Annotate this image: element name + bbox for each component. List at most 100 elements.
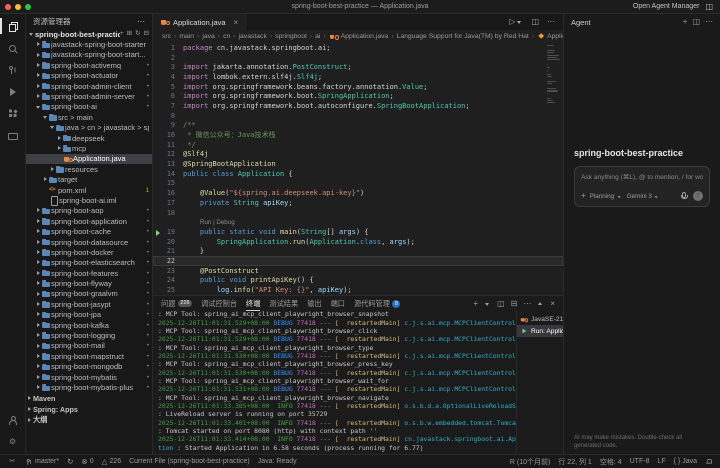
codelens-run-debug[interactable]: Run | Debug (183, 219, 235, 226)
status-encoding[interactable]: UTF-8 (630, 458, 650, 465)
tree-item[interactable]: spring-boot-application• (26, 216, 152, 226)
activity-account[interactable] (0, 409, 25, 431)
breadcrumb-item[interactable]: src (162, 33, 171, 40)
breadcrumb-item[interactable]: javastack (239, 33, 267, 40)
split-terminal-icon[interactable]: ◫ (497, 300, 505, 308)
close-window-button[interactable] (5, 4, 11, 10)
activity-remote-explorer[interactable] (0, 125, 25, 147)
newfile-icon[interactable]: + (120, 31, 124, 38)
tree-item[interactable]: spring-boot-ai.iml (26, 195, 152, 205)
activity-settings[interactable]: ⚙ (0, 431, 25, 453)
kill-terminal-icon[interactable]: ⊟ (511, 300, 518, 308)
panel-tab-源代码管理[interactable]: 源代码管理8 (354, 296, 400, 311)
activity-search[interactable] (0, 37, 25, 59)
status-launch-config[interactable]: Current File (spring-boot-best-practice) (129, 458, 250, 465)
panel-tab-调试控制台[interactable]: 调试控制台 (201, 296, 237, 311)
breadcrumb-item[interactable]: main (179, 33, 194, 40)
tree-item[interactable]: spring-boot-mybatis-plus• (26, 382, 152, 392)
status-language-mode[interactable]: { } Java (674, 458, 697, 465)
tab-application-java[interactable]: Application.java × (153, 14, 246, 30)
tree-item[interactable]: spring-boot-elasticsearch• (26, 258, 152, 268)
tree-item[interactable]: spring-boot-mail• (26, 341, 152, 351)
status-eol[interactable]: LF (657, 458, 665, 465)
model-selector[interactable]: Gemini 3 (627, 193, 661, 200)
terminal-dropdown-icon[interactable] (484, 300, 491, 307)
zoom-window-button[interactable] (25, 4, 31, 10)
run-file-button[interactable]: ▷ (509, 18, 523, 26)
tree-item[interactable]: deepseek (26, 133, 152, 143)
mic-icon[interactable] (679, 191, 689, 201)
status-errors[interactable]: ⊗0 (81, 458, 93, 466)
tree-item[interactable]: mcp (26, 143, 152, 153)
tree-item[interactable]: spring-boot-mapstruct• (26, 351, 152, 361)
tree-item[interactable]: spring-boot-admin-client• (26, 81, 152, 91)
sidebar-section[interactable]: 大纲 (26, 415, 152, 426)
tree-item[interactable]: src > main (26, 112, 152, 122)
activity-source-control[interactable] (0, 59, 25, 81)
agent-more-icon[interactable]: ⋯ (705, 18, 713, 26)
run-dropdown-icon[interactable] (516, 19, 523, 26)
close-tab-icon[interactable]: × (234, 18, 239, 27)
minimap[interactable] (547, 45, 561, 105)
more-editor-actions-icon[interactable]: ⋯ (547, 18, 555, 26)
more-actions-icon[interactable]: ⋯ (137, 18, 145, 26)
minimize-window-button[interactable] (15, 4, 21, 10)
activity-extensions[interactable] (0, 103, 25, 125)
terminal-output[interactable]: : MCP Tool: spring_ai_mcp_client_playwri… (153, 311, 516, 454)
tree-item[interactable]: spring-boot-flyway• (26, 278, 152, 288)
activity-run-debug[interactable] (0, 81, 25, 103)
terminal-instance[interactable]: JavaSE-21 ... (517, 313, 563, 325)
status-indentation[interactable]: 空格: 4 (600, 457, 622, 467)
tree-item[interactable]: spring-boot-docker• (26, 247, 152, 257)
tree-item[interactable]: spring-boot-mongodb• (26, 362, 152, 372)
tree-item[interactable]: spring-boot-features• (26, 268, 152, 278)
refresh-icon[interactable]: ↻ (135, 31, 140, 38)
code-editor[interactable]: 1package cn.javastack.springboot.ai;23im… (153, 42, 563, 295)
tree-item[interactable]: spring-boot-kafka• (26, 320, 152, 330)
tree-item[interactable]: resources (26, 164, 152, 174)
panel-tab-输出[interactable]: 输出 (307, 296, 321, 311)
breadcrumb-item[interactable]: Application.java (329, 32, 389, 41)
tree-item[interactable]: spring-boot-jpa• (26, 310, 152, 320)
tree-item[interactable]: spring-boot-logging• (26, 330, 152, 340)
collapse-icon[interactable]: ⊟ (144, 31, 149, 38)
tree-item[interactable]: java > cn > javastack > spri... (26, 123, 152, 133)
panel-tab-测试结果[interactable]: 测试结果 (269, 296, 298, 311)
tree-item[interactable]: spring-boot-admin-server• (26, 91, 152, 101)
mode-selector[interactable]: Planning (590, 193, 623, 200)
panel-more-icon[interactable]: ⋯ (523, 300, 531, 308)
terminal-instance[interactable]: Run: Applic... (517, 325, 563, 337)
tree-item[interactable]: javastack-spring-boot-start... (26, 50, 152, 60)
tree-item[interactable]: spring-boot-jasypt• (26, 299, 152, 309)
tree-item[interactable]: spring-boot-actuator• (26, 71, 152, 81)
status-cursor-position[interactable]: 行 22, 列 1 (558, 457, 591, 467)
layout-icon[interactable]: ◫ (705, 3, 713, 11)
tree-item[interactable]: spring-boot-cache• (26, 226, 152, 236)
run-gutter-icon[interactable] (156, 230, 160, 236)
panel-tab-端口[interactable]: 端口 (331, 296, 345, 311)
status-notifications[interactable] (705, 458, 713, 466)
breadcrumb-item[interactable]: ai (315, 33, 320, 40)
breadcrumb-item[interactable]: springboot (275, 33, 307, 40)
tree-item[interactable]: spring-boot-graalvm• (26, 289, 152, 299)
panel-tab-问题[interactable]: 问题226 (161, 296, 192, 311)
status-sync[interactable]: ↻ (67, 458, 73, 466)
send-button[interactable]: ↑ (693, 191, 703, 201)
status-warnings[interactable]: △226 (102, 458, 121, 466)
sidebar-section[interactable]: Maven (26, 393, 152, 404)
sidebar-section[interactable]: Spring: Apps (26, 404, 152, 415)
status-remote-indicator[interactable] (7, 458, 17, 465)
status-git-branch[interactable]: master* (25, 458, 59, 466)
tree-item[interactable]: pom.xml1 (26, 185, 152, 195)
newfolder-icon[interactable]: ⊞ (127, 31, 132, 38)
agent-chat-input[interactable]: Ask anything (⌘L), @ to mention, / for w… (574, 166, 710, 207)
tree-item[interactable]: spring-boot-aop• (26, 206, 152, 216)
tree-item[interactable]: target (26, 174, 152, 184)
tree-item[interactable]: spring-boot-activemq• (26, 60, 152, 70)
breadcrumb-item[interactable]: cn (223, 33, 230, 40)
status-git-blame[interactable]: R (10个月前) (510, 457, 550, 467)
tree-item[interactable]: spring-boot-ai• (26, 102, 152, 112)
open-agent-manager-button[interactable]: Open Agent Manager (633, 3, 700, 10)
close-panel-icon[interactable]: × (550, 300, 555, 308)
new-chat-icon[interactable]: + (683, 18, 688, 26)
